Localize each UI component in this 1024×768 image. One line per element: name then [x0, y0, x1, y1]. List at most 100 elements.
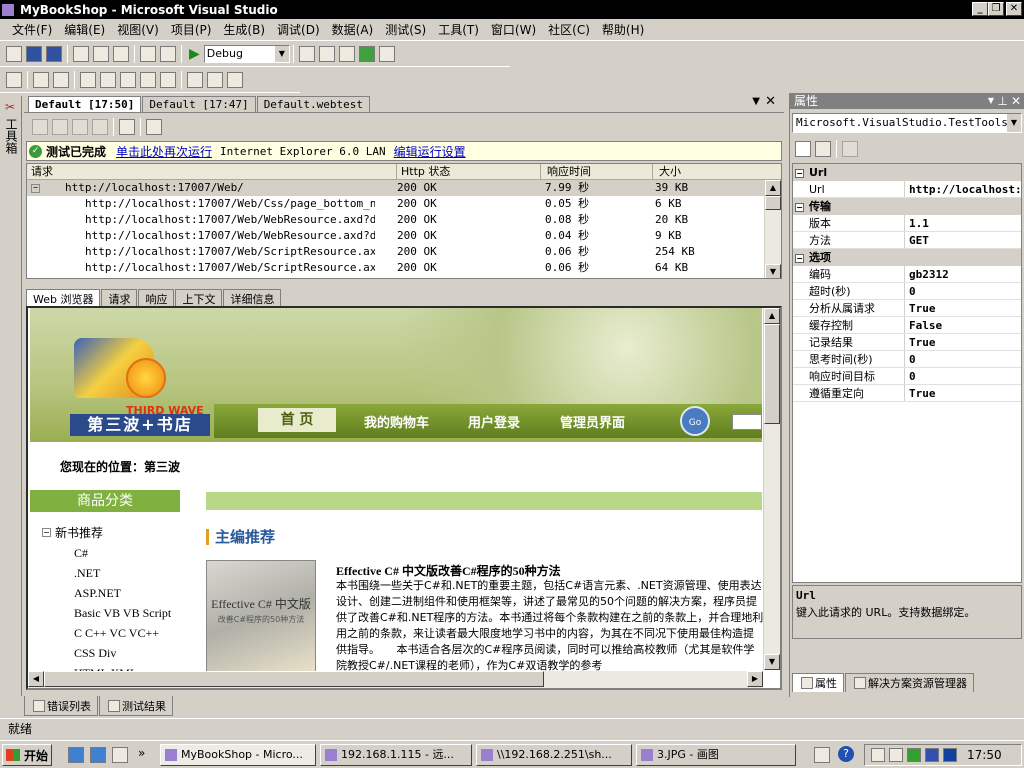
tray-network-icon[interactable]	[871, 748, 885, 762]
align-right-icon[interactable]	[227, 72, 243, 88]
run-step-icon[interactable]	[32, 119, 48, 135]
paste-icon[interactable]	[113, 46, 129, 62]
ie-quicklaunch-icon[interactable]	[68, 747, 84, 763]
property-value[interactable]: http://localhost:	[905, 181, 1021, 197]
new-project-icon[interactable]	[6, 46, 22, 62]
taskbar-task[interactable]: \\192.168.2.251\sh...	[476, 744, 632, 766]
coverage-icon[interactable]	[140, 72, 156, 88]
categorized-icon[interactable]	[795, 141, 811, 157]
document-tab[interactable]: Default [17:47]	[142, 96, 256, 112]
col-http-status[interactable]: Http 状态	[401, 164, 541, 179]
property-value[interactable]: True	[905, 334, 1021, 350]
start-button[interactable]: 开始	[2, 744, 52, 766]
property-category[interactable]: − 选项	[793, 249, 1021, 266]
request-row[interactable]: −✓http://localhost:17007/Web/200 OK7.99 …	[27, 180, 781, 196]
stop-icon[interactable]	[92, 119, 108, 135]
menu-item[interactable]: 视图(V)	[111, 21, 165, 38]
tab-solution-explorer[interactable]: 解决方案资源管理器	[845, 673, 974, 692]
align-center-icon[interactable]	[207, 72, 223, 88]
property-row[interactable]: 编码 gb2312	[793, 266, 1021, 283]
menu-item[interactable]: 数据(A)	[326, 21, 380, 38]
align-left-icon[interactable]	[187, 72, 203, 88]
test-results-icon[interactable]	[100, 72, 116, 88]
nav-login[interactable]: 用户登录	[468, 412, 520, 431]
help-icon[interactable]: ?	[838, 746, 854, 762]
menu-item[interactable]: 社区(C)	[542, 21, 596, 38]
detail-tab[interactable]: 详细信息	[223, 289, 282, 306]
start-debug-icon[interactable]: ▶	[189, 46, 200, 62]
window-icon[interactable]	[378, 46, 395, 62]
request-row[interactable]: ✓http://localhost:17007/Web/ScriptResour…	[27, 244, 781, 260]
tray-printer-icon[interactable]	[814, 747, 830, 763]
browser-scroll-down-icon[interactable]: ▼	[764, 654, 780, 670]
property-value[interactable]: 1.1	[905, 215, 1021, 231]
config-select[interactable]: Debug ▼	[203, 45, 290, 63]
category-link[interactable]: C C++ VC VC++	[74, 626, 171, 646]
property-value[interactable]: False	[905, 317, 1021, 333]
menu-item[interactable]: 生成(B)	[217, 21, 271, 38]
save-all-icon[interactable]	[46, 46, 62, 62]
browser-vscroll[interactable]: ▲ ▼	[763, 308, 780, 670]
property-row[interactable]: 响应时间目标 0	[793, 368, 1021, 385]
redo-icon[interactable]	[160, 46, 176, 62]
nav-admin[interactable]: 管理员界面	[560, 412, 625, 431]
taskbar-task[interactable]: 192.168.1.115 - 远...	[320, 744, 472, 766]
book-title[interactable]: Effective C# 中文版改善C#程序的50种方法	[336, 562, 561, 579]
property-value[interactable]: 0	[905, 368, 1021, 384]
document-tab[interactable]: Default.webtest	[256, 96, 371, 112]
browser-scroll-up-icon[interactable]: ▲	[764, 308, 780, 324]
property-row[interactable]: 版本 1.1	[793, 215, 1021, 232]
nav-cart[interactable]: 我的购物车	[364, 412, 429, 431]
category-link[interactable]: CSS Div	[74, 646, 171, 666]
toolbox-strip[interactable]: ✂ 工具箱	[0, 96, 22, 696]
browser-scroll-left-icon[interactable]: ◀	[28, 671, 44, 687]
pause-icon[interactable]	[72, 119, 88, 135]
tools-icon[interactable]	[338, 46, 355, 62]
refresh-icon[interactable]	[146, 119, 162, 135]
request-row[interactable]: ✓http://localhost:17007/Web/WebResource.…	[27, 228, 781, 244]
report-icon[interactable]	[160, 72, 176, 88]
copy-icon[interactable]	[93, 46, 109, 62]
tab-test-results[interactable]: 测试结果	[99, 696, 173, 716]
go-search-button[interactable]: Go	[680, 406, 710, 436]
category-link[interactable]: Basic VB VB Script	[74, 606, 171, 626]
quicklaunch-more-icon[interactable]: »	[138, 746, 145, 760]
property-row[interactable]: 遵循重定向 True	[793, 385, 1021, 402]
tray-shield-icon[interactable]	[925, 748, 939, 762]
property-value[interactable]: 0	[905, 351, 1021, 367]
menu-item[interactable]: 测试(S)	[379, 21, 432, 38]
tray-app-icon[interactable]	[907, 748, 921, 762]
menu-item[interactable]: 项目(P)	[165, 21, 218, 38]
category-collapse-icon[interactable]: −	[795, 254, 804, 263]
tab-dropdown-icon[interactable]: ▼	[752, 96, 760, 107]
new-books-node[interactable]: − 新书推荐	[42, 524, 103, 541]
edit-settings-icon[interactable]	[119, 119, 135, 135]
tab-properties[interactable]: 属性	[792, 673, 844, 692]
save-icon[interactable]	[26, 46, 42, 62]
property-row[interactable]: 超时(秒) 0	[793, 283, 1021, 300]
test-view-icon[interactable]	[6, 72, 22, 88]
edit-settings-link[interactable]: 编辑运行设置	[394, 143, 466, 160]
menu-item[interactable]: 工具(T)	[432, 21, 485, 38]
category-collapse-icon[interactable]: −	[795, 169, 804, 178]
property-row[interactable]: 思考时间(秒) 0	[793, 351, 1021, 368]
scroll-up-icon[interactable]: ▲	[765, 180, 781, 196]
menu-item[interactable]: 调试(D)	[271, 21, 326, 38]
property-value[interactable]: GET	[905, 232, 1021, 248]
nav-home[interactable]: 首 页	[258, 408, 336, 432]
detail-tab[interactable]: 请求	[101, 289, 138, 306]
alphabetical-icon[interactable]	[815, 141, 831, 157]
property-row[interactable]: Url http://localhost:	[793, 181, 1021, 198]
debug-tests-icon[interactable]	[53, 72, 69, 88]
run-tests-icon[interactable]	[33, 72, 49, 88]
property-row[interactable]: 记录结果 True	[793, 334, 1021, 351]
property-value[interactable]: True	[905, 300, 1021, 316]
logo-chinese[interactable]: 第三波+书店	[70, 414, 210, 436]
property-value[interactable]: 0	[905, 283, 1021, 299]
collapse-icon[interactable]: −	[42, 528, 51, 537]
taskbar-task[interactable]: MyBookShop - Micro...	[160, 744, 316, 766]
properties-pin-icon[interactable]: ⊥	[998, 93, 1008, 109]
book-cover-image[interactable]: Effective C# 中文版 改善C#程序的50种方法	[206, 560, 316, 672]
properties-icon[interactable]	[318, 46, 335, 62]
property-pages-icon[interactable]	[842, 141, 858, 157]
